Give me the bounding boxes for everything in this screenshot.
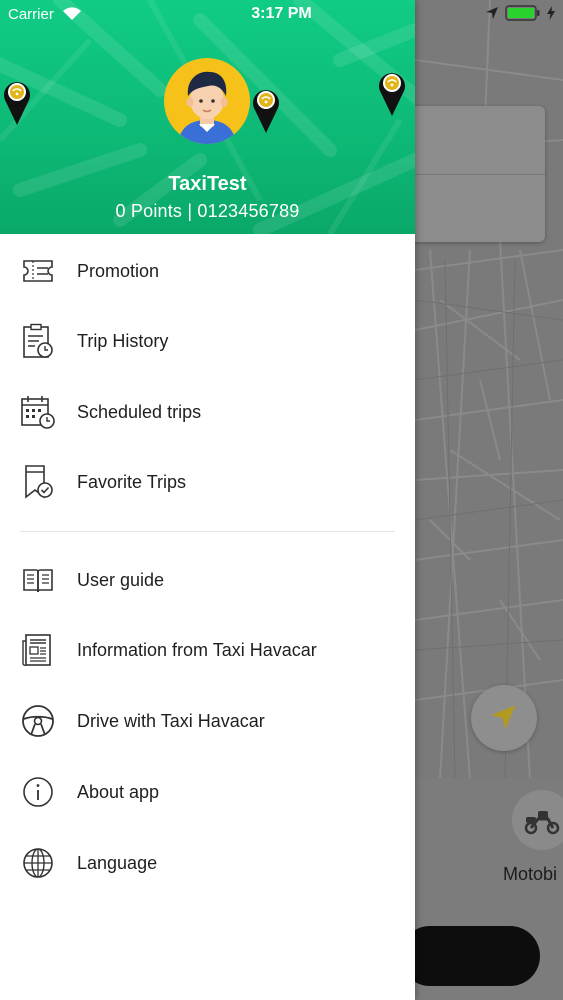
menu-item-language[interactable]: Language: [0, 828, 415, 898]
menu-item-drive-with-us[interactable]: Drive with Taxi Havacar: [0, 686, 415, 756]
menu-label: Trip History: [77, 330, 169, 351]
menu-item-favorite-trips[interactable]: Favorite Trips: [0, 447, 415, 517]
menu-label: Drive with Taxi Havacar: [77, 710, 265, 731]
info-icon: [20, 774, 56, 810]
calendar-clock-icon: [20, 394, 56, 430]
location-arrow-icon: [491, 705, 516, 730]
book-button[interactable]: [400, 926, 540, 986]
profile-name: TaxiTest: [168, 173, 247, 195]
status-icons: [485, 5, 555, 21]
book-icon: [20, 562, 56, 598]
address-card[interactable]: [395, 106, 545, 242]
menu-item-trip-history[interactable]: Trip History: [0, 306, 415, 376]
menu-label: About app: [77, 781, 160, 802]
menu-label: Promotion: [77, 260, 160, 281]
menu-item-promotion[interactable]: Promotion: [0, 236, 415, 306]
newspaper-icon: [20, 632, 56, 668]
location-services-icon: [486, 7, 498, 19]
battery-icon: [505, 5, 540, 21]
taxi-pin-icon: [379, 73, 405, 116]
status-bar: Carrier 3:17 PM: [0, 0, 563, 30]
bookmark-check-icon: [20, 464, 56, 500]
profile-points-phone: 0 Points | 0123456789: [115, 201, 300, 221]
user-avatar-icon: [178, 71, 236, 144]
menu-item-about-app[interactable]: About app: [0, 757, 415, 827]
charging-bolt-icon: [547, 6, 555, 20]
taxi-pin-icon: [4, 82, 31, 125]
menu-label: Scheduled trips: [77, 401, 202, 422]
menu-item-user-guide[interactable]: User guide: [0, 545, 415, 615]
globe-icon: [20, 845, 56, 881]
my-location-button[interactable]: [471, 685, 537, 751]
menu-item-scheduled-trips[interactable]: Scheduled trips: [0, 377, 415, 447]
ticket-icon: [20, 253, 56, 289]
clipboard-clock-icon: [20, 323, 56, 359]
menu-item-information[interactable]: Information from Taxi Havacar: [0, 615, 415, 685]
menu-label: Favorite Trips: [77, 471, 187, 492]
menu-divider: [20, 531, 395, 532]
motorbike-option[interactable]: [512, 790, 563, 850]
menu-label: Information from Taxi Havacar: [77, 639, 317, 660]
menu-label: Language: [77, 852, 158, 873]
vehicle-type-label: Motobi: [503, 864, 558, 884]
avatar[interactable]: [164, 58, 250, 144]
steering-wheel-icon: [20, 703, 56, 739]
drawer-header: TaxiTest 0 Points | 0123456789: [0, 0, 415, 234]
taxi-pin-icon: [253, 90, 279, 133]
clock-time: 3:17 PM: [251, 5, 312, 22]
motorbike-icon: [524, 811, 560, 835]
side-drawer: TaxiTest 0 Points | 0123456789 Promotion…: [0, 0, 415, 1000]
menu-label: User guide: [77, 569, 165, 590]
